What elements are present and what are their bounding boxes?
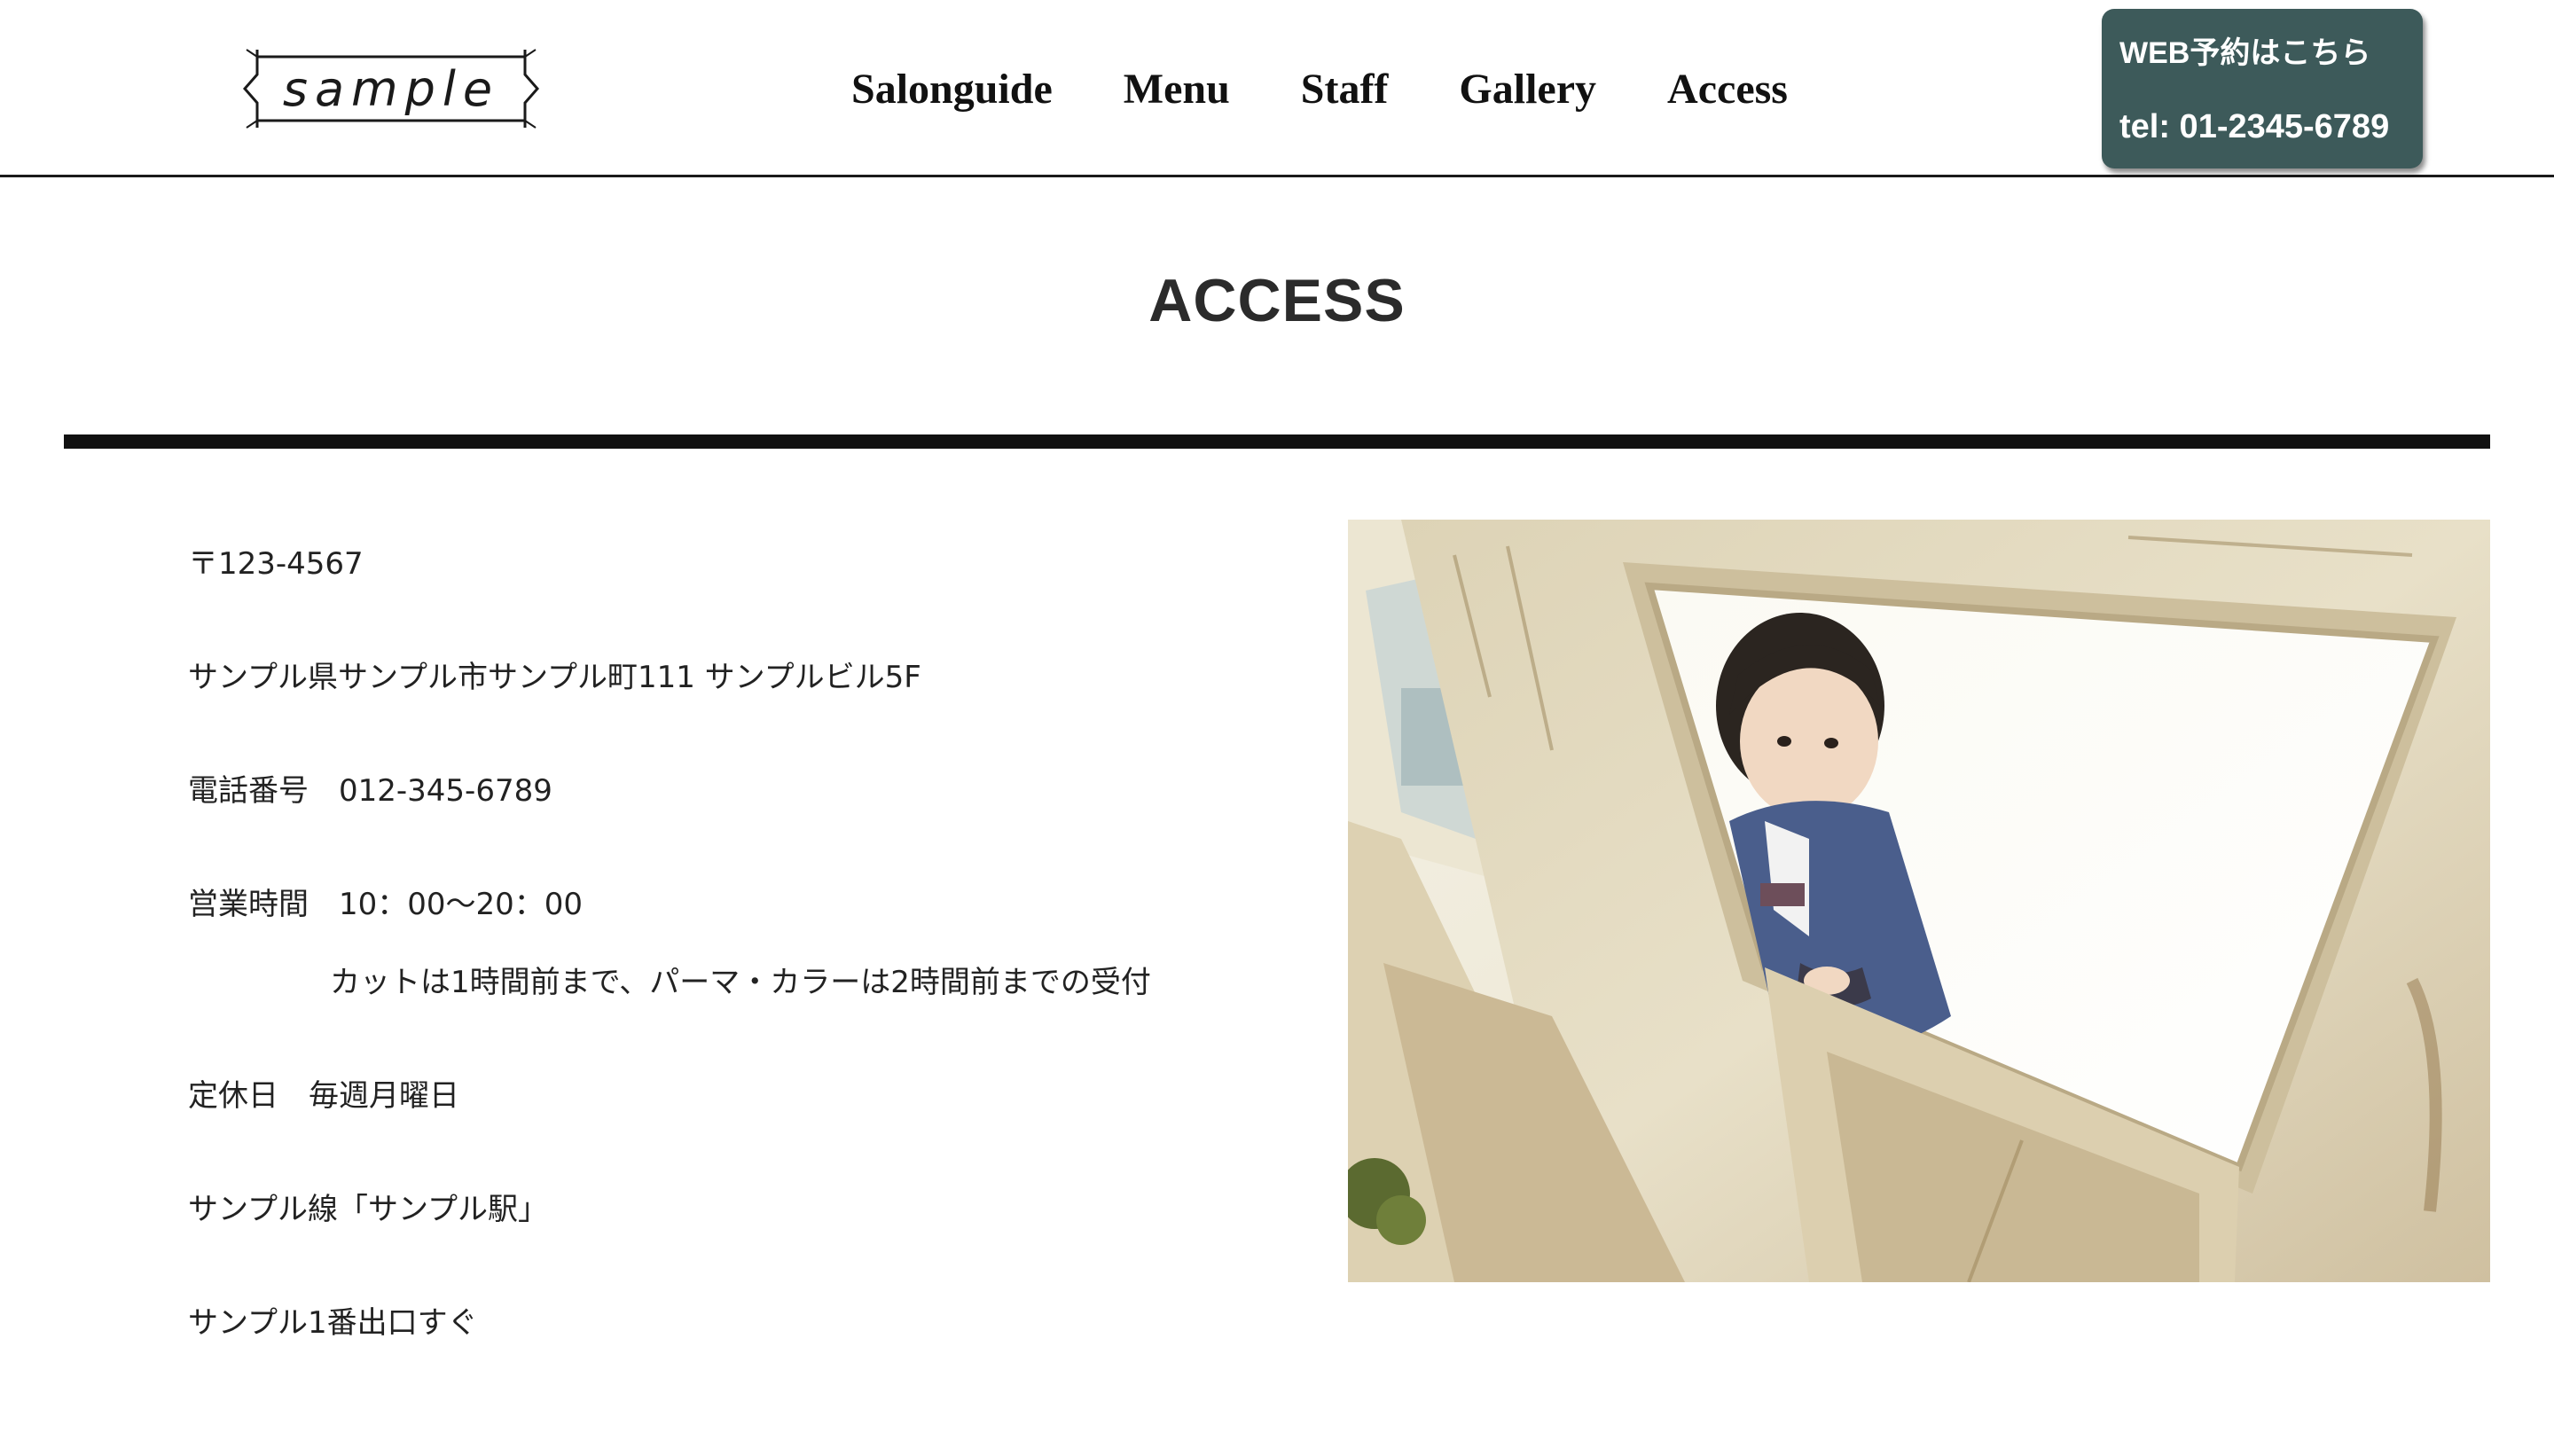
- web-reservation-button[interactable]: WEB予約はこちら tel: 01-2345-6789: [2102, 9, 2423, 168]
- address: サンプル県サンプル市サンプル町111 サンプルビル5F: [188, 660, 921, 695]
- reservation-label: WEB予約はこちら: [2119, 36, 2371, 70]
- station-exit: サンプル1番出口すぐ: [188, 1305, 478, 1341]
- nav-staff[interactable]: Staff: [1301, 65, 1389, 114]
- child-at-window-image: [1348, 520, 2490, 1282]
- nav-salonguide[interactable]: Salonguide: [851, 65, 1053, 114]
- train-line: サンプル線「サンプル駅」: [188, 1192, 548, 1227]
- postal-code: 〒123-4567: [188, 546, 364, 582]
- nav-menu[interactable]: Menu: [1124, 65, 1230, 114]
- nav-access[interactable]: Access: [1667, 65, 1788, 114]
- salon-photo: [1348, 520, 2490, 1282]
- site-header: sample Salonguide Menu Staff Gallery Acc…: [0, 0, 2554, 177]
- closed-days: 定休日 毎週月曜日: [188, 1078, 459, 1114]
- main-nav: Salonguide Menu Staff Gallery Access: [851, 53, 1788, 124]
- reservation-tel[interactable]: tel: 01-2345-6789: [2119, 108, 2389, 146]
- business-hours: 営業時間 10：00〜20：00: [188, 887, 584, 922]
- page-title: ACCESS: [1148, 267, 1406, 334]
- title-divider: [64, 434, 2490, 449]
- business-hours-note: カットは1時間前まで、パーマ・カラーは2時間前までの受付: [330, 965, 1151, 1000]
- phone-number[interactable]: 電話番号 012-345-6789: [188, 766, 552, 810]
- nav-gallery[interactable]: Gallery: [1459, 65, 1596, 114]
- logo[interactable]: sample: [238, 48, 544, 129]
- logo-text: sample: [282, 60, 500, 117]
